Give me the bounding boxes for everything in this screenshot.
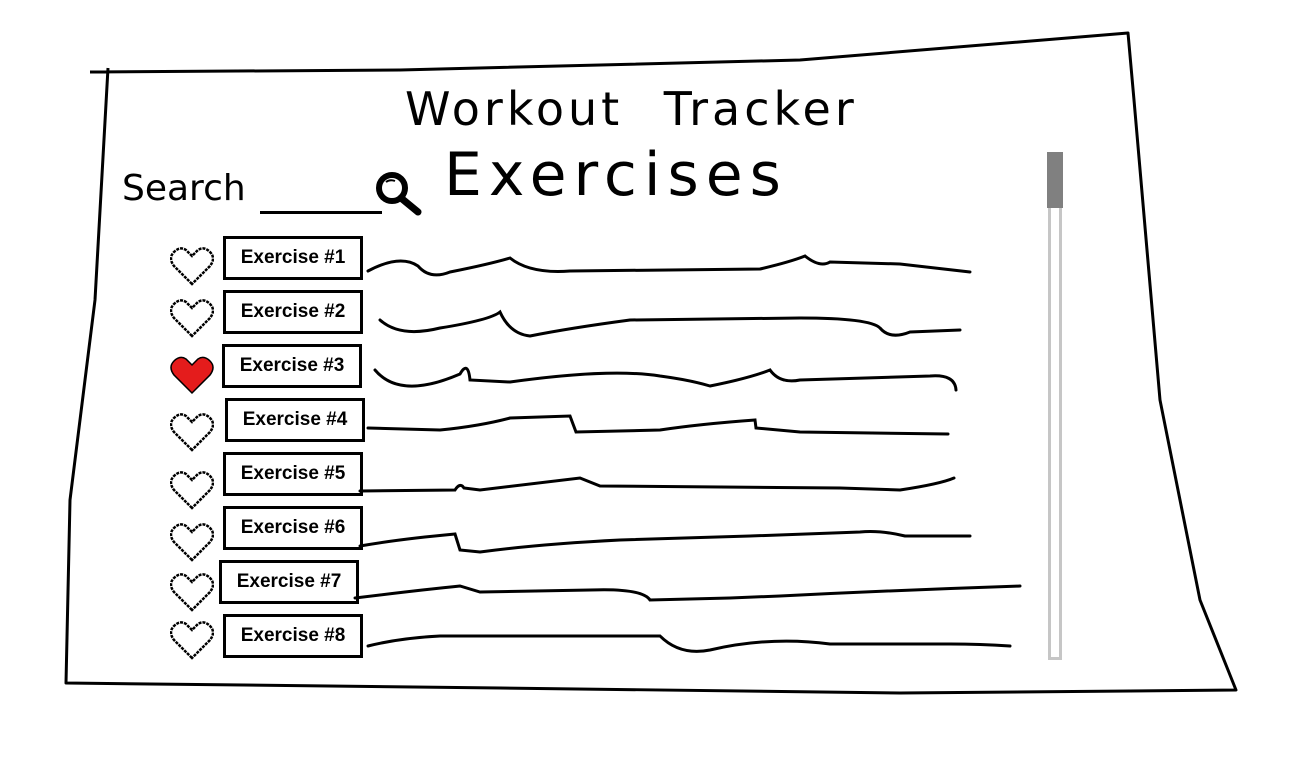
exercise-row: Exercise #8 bbox=[0, 0, 1040, 660]
heart-icon[interactable] bbox=[170, 298, 214, 338]
exercise-description-scribble bbox=[353, 584, 1022, 602]
exercises-heading: Exercises bbox=[444, 140, 788, 210]
scrollbar-thumb[interactable] bbox=[1047, 152, 1063, 208]
exercise-description-scribble bbox=[358, 530, 972, 554]
heart-icon[interactable] bbox=[170, 522, 214, 562]
heart-filled-icon[interactable] bbox=[170, 355, 214, 395]
exercise-button[interactable]: Exercise #1 bbox=[223, 236, 363, 280]
heart-icon[interactable] bbox=[170, 620, 214, 660]
exercise-description-scribble bbox=[373, 366, 958, 392]
exercise-description-scribble bbox=[358, 476, 956, 493]
heart-icon[interactable] bbox=[170, 246, 214, 286]
exercise-button[interactable]: Exercise #5 bbox=[223, 452, 363, 496]
search-label: Search bbox=[122, 168, 246, 209]
scrollbar-track[interactable] bbox=[1048, 152, 1062, 660]
heart-icon[interactable] bbox=[170, 412, 214, 452]
scrollbar[interactable] bbox=[1046, 152, 1064, 662]
magnifying-glass-icon[interactable] bbox=[372, 170, 424, 216]
exercise-button[interactable]: Exercise #4 bbox=[225, 398, 365, 442]
exercise-button[interactable]: Exercise #6 bbox=[223, 506, 363, 550]
heart-icon[interactable] bbox=[170, 572, 214, 612]
search-input[interactable] bbox=[260, 183, 382, 214]
exercise-button[interactable]: Exercise #7 bbox=[219, 560, 359, 604]
exercise-description-scribble bbox=[366, 634, 1012, 653]
exercise-button[interactable]: Exercise #2 bbox=[223, 290, 363, 334]
app-title: Workout Tracker bbox=[405, 82, 858, 136]
exercise-description-scribble bbox=[378, 309, 962, 338]
exercise-description-scribble bbox=[366, 254, 972, 277]
workout-tracker-window: Workout Tracker Search Exercises Exercis… bbox=[0, 0, 1302, 766]
exercise-description-scribble bbox=[366, 414, 950, 436]
exercise-button[interactable]: Exercise #8 bbox=[223, 614, 363, 658]
exercise-button[interactable]: Exercise #3 bbox=[222, 344, 362, 388]
heart-icon[interactable] bbox=[170, 470, 214, 510]
